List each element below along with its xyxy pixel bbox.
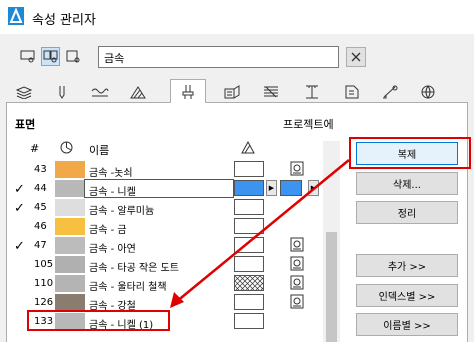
attribute-manager-window: 속성 관리자 금속 표면 프로젝트에 # 이름 43 금속 -놋쇠 ✓ 44 금… xyxy=(0,0,474,342)
annotation-arrow xyxy=(170,159,350,308)
